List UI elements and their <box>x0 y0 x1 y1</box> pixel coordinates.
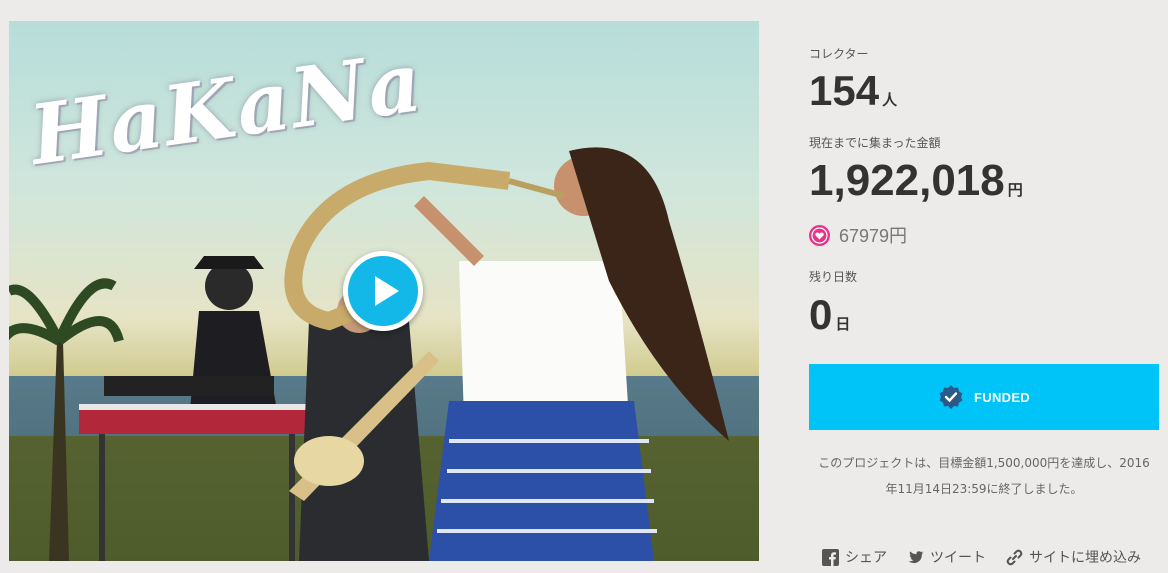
completion-note-line1: このプロジェクトは、目標金額1,500,000円を達成し、2016 <box>818 456 1150 470</box>
share-bar: シェア ツイート サイトに埋め込み <box>822 547 1141 567</box>
collector-count: 154 人 <box>809 66 897 126</box>
heart-yell-icon <box>809 224 830 246</box>
collector-value: 154 <box>809 67 880 114</box>
collector-unit: 人 <box>882 92 898 109</box>
play-icon <box>375 276 399 306</box>
remaining-days: 0日 <box>809 290 850 350</box>
completion-note-line2: 年11月14日23:59に終了しました。 <box>885 482 1083 496</box>
remaining-unit: 日 <box>835 316 851 333</box>
amount-unit: 円 <box>1007 182 1023 199</box>
twitter-icon <box>908 550 924 563</box>
link-icon <box>1006 549 1023 565</box>
twitter-share-label: ツイート <box>930 550 986 566</box>
funded-label: FUNDED <box>974 389 1030 405</box>
amount-value: 1,922,018 <box>809 156 1005 205</box>
amount-raised: 1,922,018 円 <box>809 155 1023 217</box>
remaining-value: 0 <box>809 291 833 338</box>
project-video[interactable]: HaKaNa <box>9 21 759 561</box>
twitter-share-button[interactable]: ツイート <box>907 547 986 567</box>
embed-button[interactable]: サイトに埋め込み <box>1006 547 1141 567</box>
yell-value: 67979円 <box>839 226 908 246</box>
facebook-share-label: シェア <box>845 550 887 566</box>
play-button[interactable] <box>343 251 423 331</box>
collector-label: コレクター <box>809 47 869 61</box>
funded-button[interactable]: FUNDED <box>809 364 1159 430</box>
facebook-share-button[interactable]: シェア <box>822 547 887 567</box>
remaining-days-label: 残り日数 <box>809 270 858 284</box>
embed-label: サイトに埋め込み <box>1029 550 1141 566</box>
check-badge-icon <box>939 385 963 409</box>
yell-amount: 67979円 <box>809 222 907 248</box>
completion-note: このプロジェクトは、目標金額1,500,000円を達成し、2016 年11月14… <box>809 450 1159 502</box>
amount-label: 現在までに集まった金額 <box>809 136 941 150</box>
facebook-icon <box>822 548 839 566</box>
